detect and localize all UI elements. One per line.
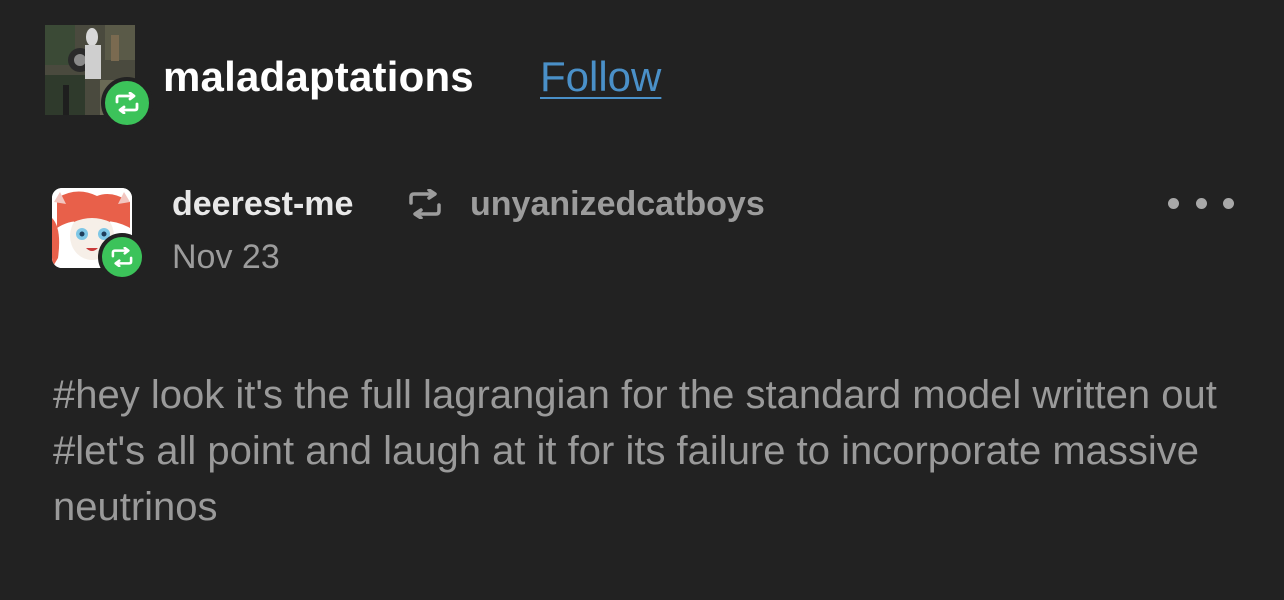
post-author[interactable]: deerest-me: [172, 185, 353, 223]
reblog-badge: [98, 233, 146, 281]
post-date[interactable]: Nov 23: [172, 238, 280, 276]
ellipsis-icon: [1168, 197, 1179, 209]
follow-button[interactable]: Follow: [540, 52, 661, 102]
reblogger-avatar[interactable]: [45, 25, 153, 129]
post-tag[interactable]: #let's all point and laugh at it for its…: [53, 429, 1199, 529]
reblogger-blog-name[interactable]: maladaptations: [163, 52, 474, 102]
ellipsis-icon: [1223, 197, 1234, 209]
post-tag[interactable]: #hey look it's the full lagrangian for t…: [53, 373, 1217, 417]
reblogger-header: maladaptations Follow: [45, 25, 1245, 129]
post-header: deerest-me unyanizedcatboys Nov 23: [52, 185, 1242, 285]
source-blog-name[interactable]: unyanizedcatboys: [470, 185, 765, 223]
reblog-icon: [409, 189, 441, 219]
post-tags: #hey look it's the full lagrangian for t…: [53, 367, 1243, 535]
more-options-button[interactable]: [1168, 195, 1234, 211]
reblog-icon: [111, 247, 133, 267]
reblog-icon: [115, 92, 139, 114]
reblog-badge: [101, 77, 153, 129]
ellipsis-icon: [1195, 197, 1207, 209]
